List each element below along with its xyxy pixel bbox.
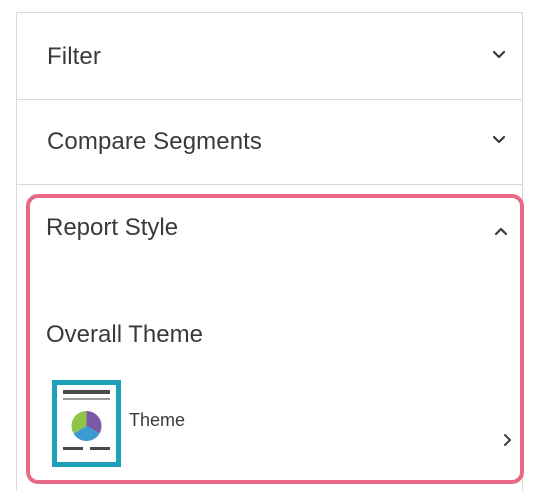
theme-thumbnail-icon[interactable]	[52, 380, 121, 467]
filter-section-title: Filter	[47, 43, 101, 70]
theme-selector-row[interactable]: Theme	[52, 380, 522, 468]
compare-segments-section[interactable]: Compare Segments	[17, 100, 522, 185]
theme-thumbnail-preview	[57, 385, 116, 462]
pie-chart-icon	[63, 390, 110, 450]
chevron-right-icon[interactable]	[501, 432, 515, 448]
chevron-up-icon[interactable]	[492, 222, 510, 240]
compare-segments-section-title: Compare Segments	[47, 128, 263, 155]
overall-theme-heading: Overall Theme	[46, 321, 203, 348]
filter-section[interactable]: Filter	[17, 13, 522, 100]
report-style-section-title[interactable]: Report Style	[46, 214, 178, 242]
chevron-down-icon[interactable]	[490, 46, 508, 64]
theme-label: Theme	[129, 410, 186, 430]
chevron-down-icon[interactable]	[490, 131, 508, 149]
